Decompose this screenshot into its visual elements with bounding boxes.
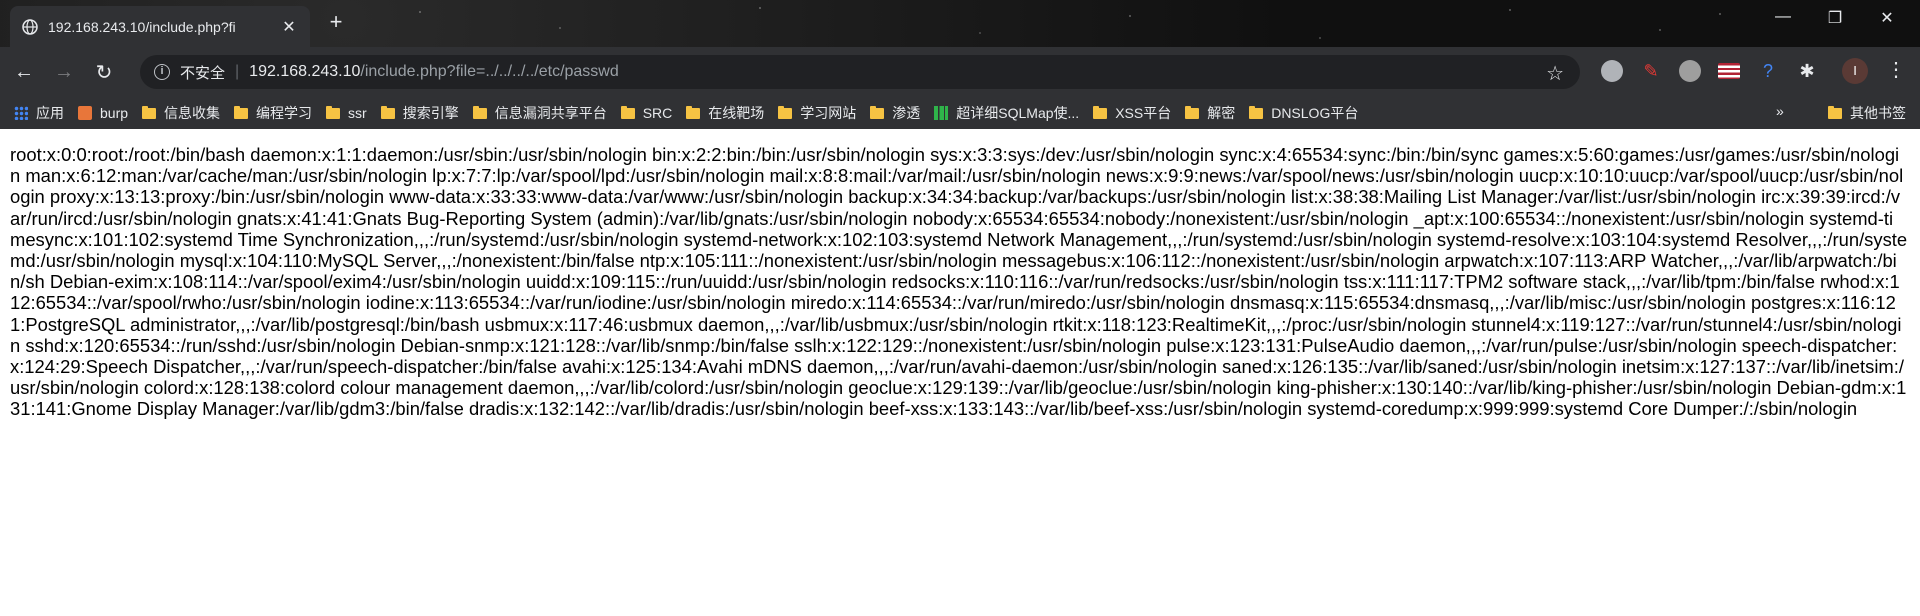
url-host[interactable]: 192.168.243.10 bbox=[249, 63, 360, 81]
bookmark-label: 渗透 bbox=[892, 105, 921, 121]
folder-icon bbox=[234, 105, 249, 119]
bookmark-apps[interactable]: 应用 bbox=[14, 99, 64, 127]
bookmark-sqlmap[interactable]: 超详细SQLMap使... bbox=[934, 99, 1079, 127]
bookmarks-overflow-icon[interactable]: » bbox=[1776, 103, 1784, 119]
folder-icon bbox=[686, 105, 701, 119]
address-separator: | bbox=[235, 63, 240, 80]
bookmark-folder[interactable]: XSS平台 bbox=[1093, 99, 1171, 127]
info-icon[interactable]: i bbox=[154, 64, 170, 80]
bookmark-folder[interactable]: 搜索引擎 bbox=[380, 99, 459, 127]
bookmark-star-icon[interactable]: ☆ bbox=[1546, 61, 1564, 86]
bookmark-label: SRC bbox=[642, 105, 673, 121]
folder-icon bbox=[326, 105, 341, 119]
bookmark-label: DNSLOG平台 bbox=[1271, 105, 1359, 121]
profile-avatar[interactable]: I bbox=[1842, 58, 1868, 84]
extension-pen-icon[interactable]: ✎ bbox=[1640, 60, 1662, 82]
browser-tab[interactable]: 192.168.243.10/include.php?fi ✕ bbox=[10, 6, 310, 47]
bookmark-folder[interactable]: 在线靶场 bbox=[686, 99, 764, 127]
folder-icon bbox=[142, 105, 157, 119]
sqlmap-icon bbox=[934, 106, 949, 120]
bookmarks-bar: 应用 burp 信息收集 编程学习 ssr 搜索引擎 信息漏洞共享平台 SRC … bbox=[0, 97, 1920, 129]
puzzle-icon[interactable]: ✱ bbox=[1796, 60, 1818, 82]
bookmark-label: 编程学习 bbox=[256, 105, 313, 121]
menu-icon[interactable]: ⋮ bbox=[1886, 57, 1906, 82]
folder-icon bbox=[1185, 105, 1200, 119]
minimize-icon[interactable]: — bbox=[1768, 8, 1798, 26]
address-bar[interactable]: i 不安全 | 192.168.243.10 /include.php?file… bbox=[140, 55, 1580, 89]
extension-icon[interactable] bbox=[1601, 60, 1623, 82]
extension-gear-icon[interactable] bbox=[1679, 60, 1701, 82]
security-label[interactable]: 不安全 bbox=[180, 62, 225, 83]
bookmark-folder[interactable]: DNSLOG平台 bbox=[1249, 99, 1358, 127]
bookmark-label: 信息漏洞共享平台 bbox=[494, 105, 607, 121]
bookmark-folder[interactable]: 信息漏洞共享平台 bbox=[472, 99, 607, 127]
bookmark-folder[interactable]: 学习网站 bbox=[778, 99, 856, 127]
folder-icon bbox=[1249, 105, 1264, 119]
bookmark-label: 超详细SQLMap使... bbox=[956, 105, 1080, 121]
close-window-icon[interactable]: ✕ bbox=[1872, 8, 1902, 28]
folder-icon bbox=[1828, 105, 1842, 119]
restore-icon[interactable]: ❐ bbox=[1820, 8, 1850, 28]
globe-icon bbox=[22, 18, 38, 35]
bookmark-folder[interactable]: 信息收集 bbox=[142, 99, 220, 127]
flag-icon[interactable] bbox=[1718, 63, 1740, 79]
bookmark-label: XSS平台 bbox=[1115, 105, 1172, 121]
bookmark-label: 信息收集 bbox=[164, 105, 221, 121]
extension-question-icon[interactable]: ? bbox=[1757, 60, 1779, 82]
bookmark-label: 解密 bbox=[1207, 105, 1236, 121]
tab-strip: 192.168.243.10/include.php?fi ✕ + — ❐ ✕ bbox=[0, 0, 1920, 47]
bookmark-folder[interactable]: ssr bbox=[326, 99, 367, 127]
url-path[interactable]: /include.php?file=../../../../etc/passwd bbox=[360, 63, 618, 81]
bookmark-label: burp bbox=[100, 105, 129, 121]
new-tab-icon[interactable]: + bbox=[324, 10, 348, 34]
folder-icon bbox=[870, 105, 885, 119]
reload-icon[interactable]: ↻ bbox=[88, 56, 120, 88]
bookmark-folder[interactable]: 渗透 bbox=[870, 99, 920, 127]
bookmark-label: ssr bbox=[348, 105, 367, 121]
bookmark-burp[interactable]: burp bbox=[78, 99, 128, 127]
burp-icon bbox=[78, 106, 92, 120]
apps-icon bbox=[14, 106, 28, 120]
bookmark-folder[interactable]: 解密 bbox=[1185, 99, 1235, 127]
folder-icon bbox=[380, 105, 395, 119]
bookmark-label: 学习网站 bbox=[800, 105, 857, 121]
back-icon[interactable]: ← bbox=[8, 56, 40, 88]
tab-title: 192.168.243.10/include.php?fi bbox=[48, 18, 236, 35]
bookmark-folder[interactable]: SRC bbox=[620, 99, 673, 127]
bookmark-label: 在线靶场 bbox=[708, 105, 765, 121]
folder-icon bbox=[778, 105, 793, 119]
forward-icon[interactable]: → bbox=[48, 56, 80, 88]
bookmark-label: 应用 bbox=[36, 105, 64, 121]
folder-icon bbox=[472, 105, 487, 119]
bookmark-folder[interactable]: 编程学习 bbox=[234, 99, 312, 127]
close-tab-icon[interactable]: ✕ bbox=[280, 17, 298, 37]
bookmark-label: 搜索引擎 bbox=[402, 105, 459, 121]
page-content: root:x:0:0:root:/root:/bin/bash daemon:x… bbox=[10, 144, 1908, 420]
bookmark-label: 其他书签 bbox=[1850, 105, 1906, 121]
folder-icon bbox=[620, 105, 635, 119]
browser-toolbar: ← → ↻ i 不安全 | 192.168.243.10 /include.ph… bbox=[0, 47, 1920, 97]
folder-icon bbox=[1093, 105, 1108, 119]
other-bookmarks[interactable]: 其他书签 bbox=[1828, 99, 1906, 127]
